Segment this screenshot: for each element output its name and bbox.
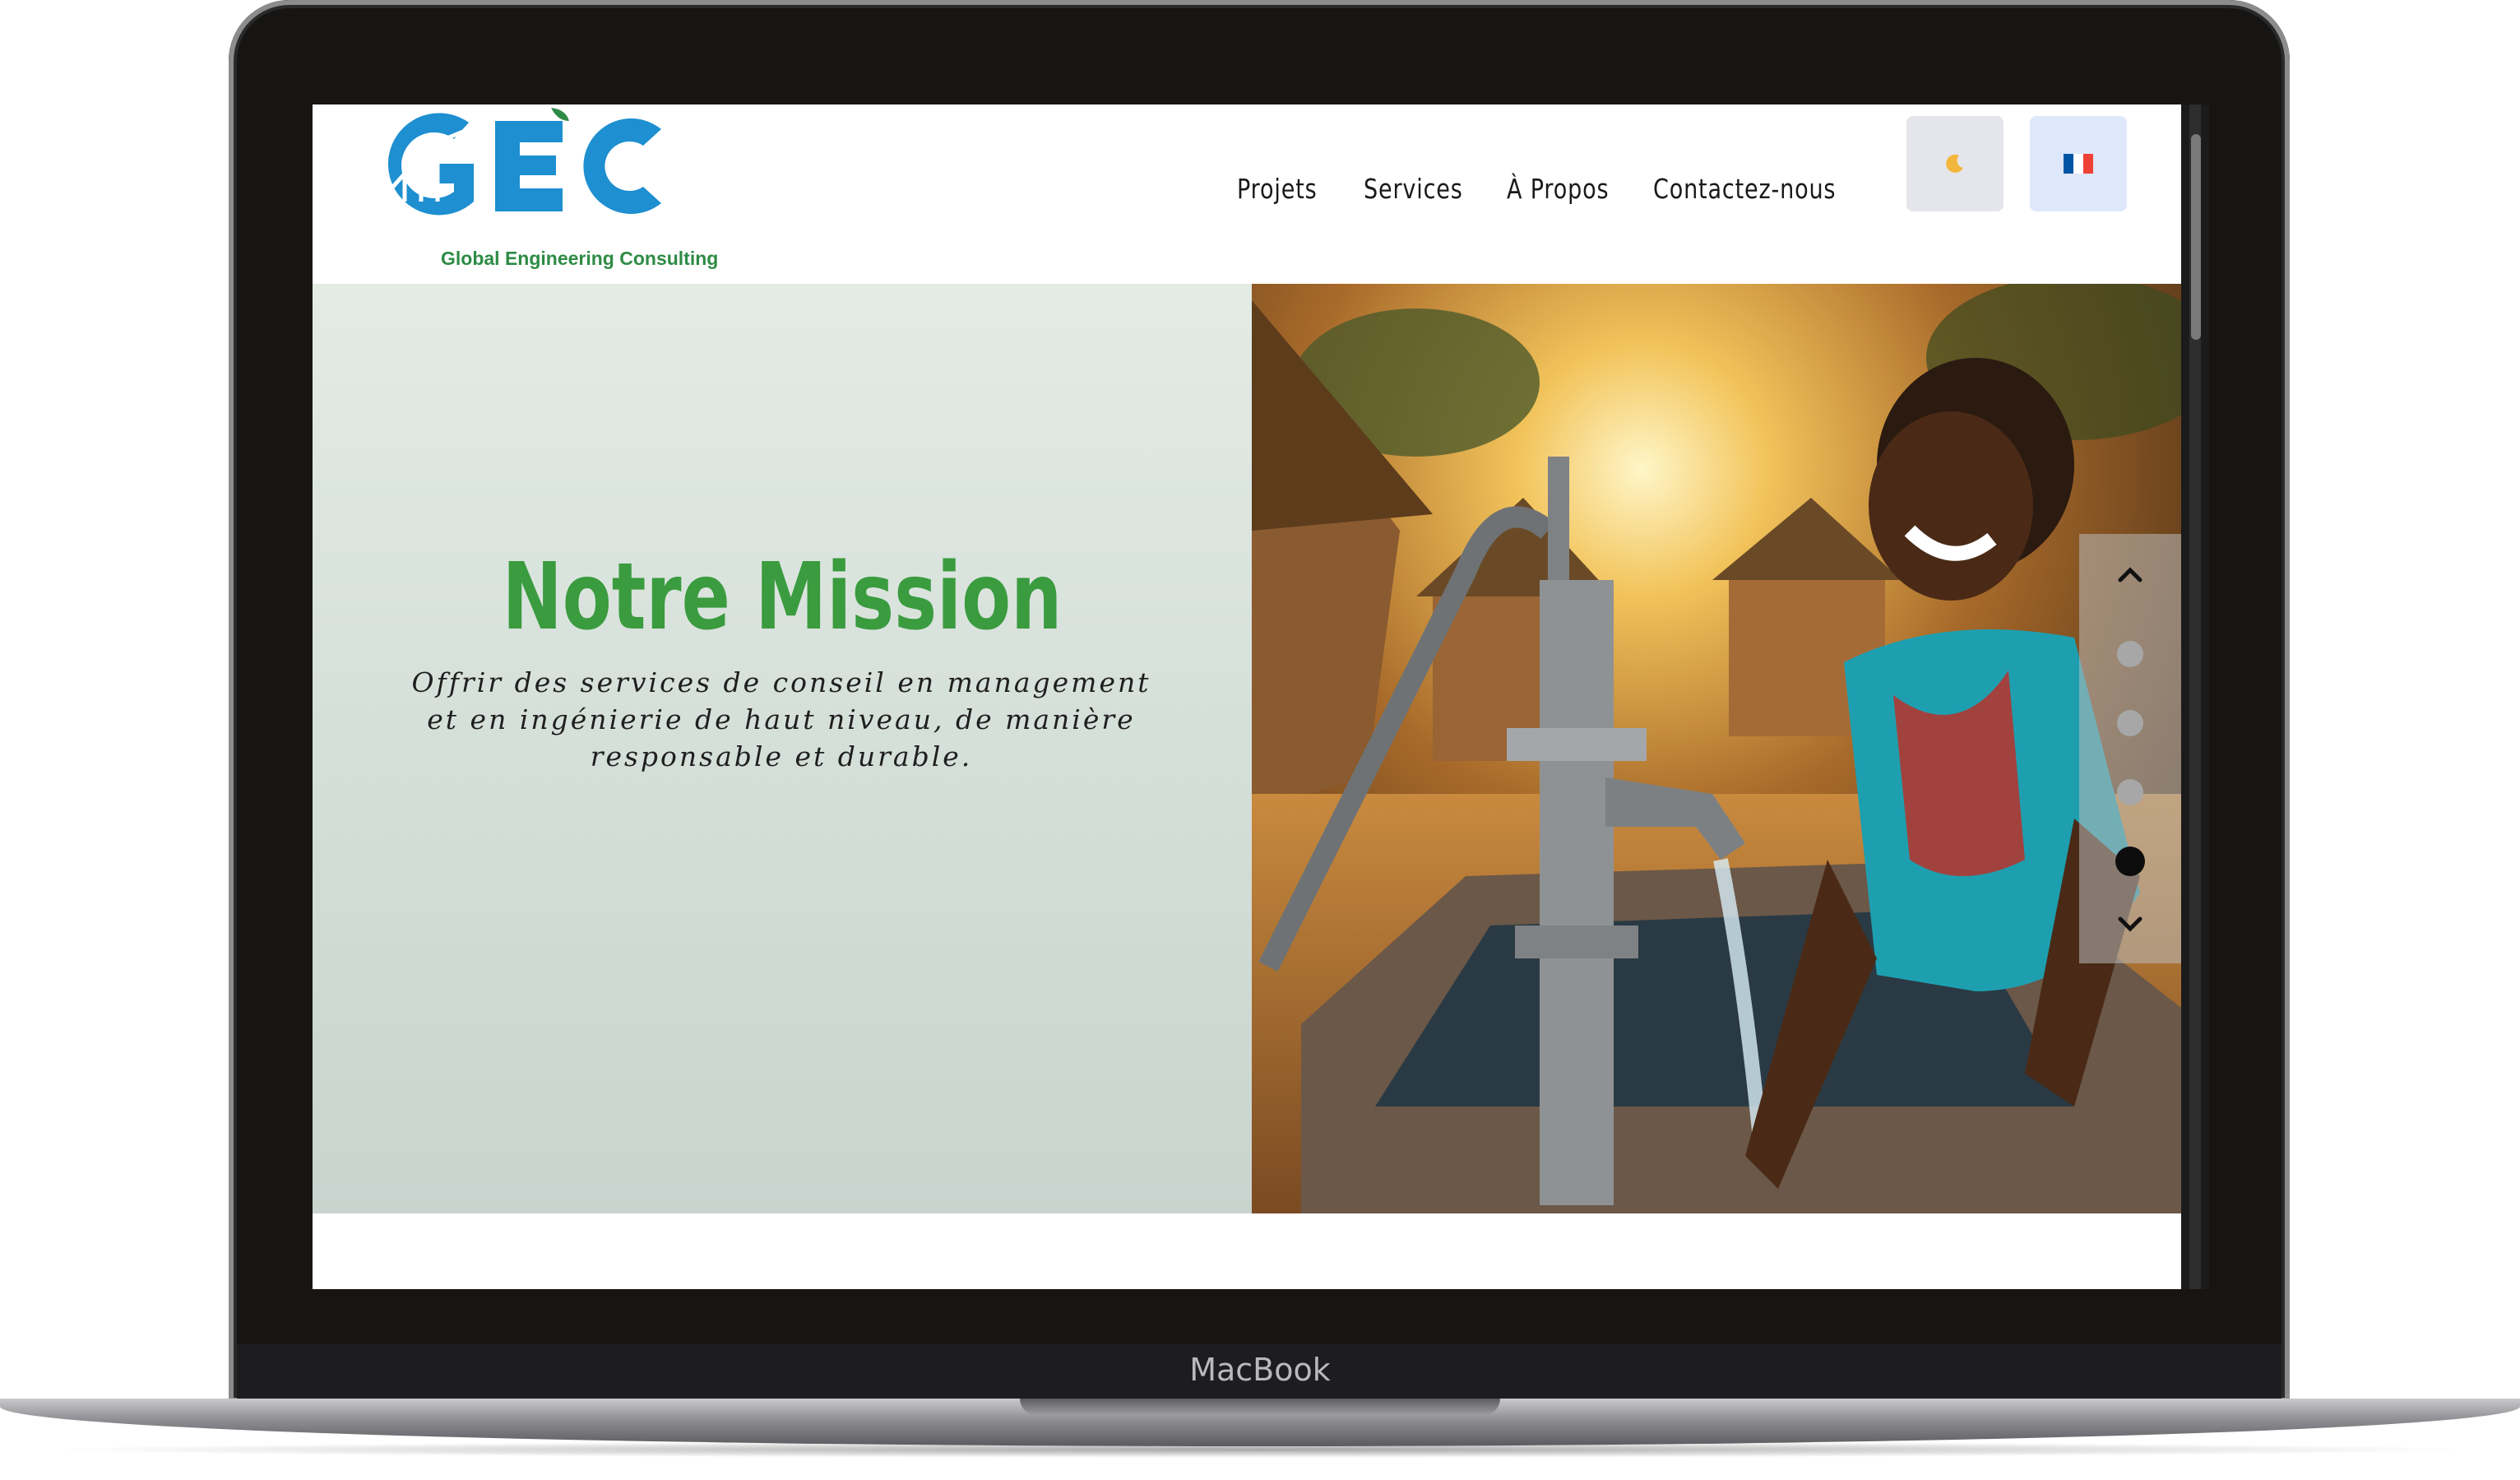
- mission-section: Notre Mission Offrir des services de con…: [313, 284, 1252, 1213]
- nav-services[interactable]: Services: [1364, 173, 1462, 205]
- gec-logo-mark: [378, 108, 661, 216]
- slider-dot-1[interactable]: [2117, 641, 2143, 667]
- chevron-up-icon[interactable]: [2114, 559, 2147, 592]
- nav-contactez-nous[interactable]: Contactez-nous: [1653, 173, 1836, 205]
- mission-title: Notre Mission: [502, 544, 1063, 651]
- slider-nav: [2079, 534, 2181, 963]
- page-below-hero: [313, 1213, 2181, 1289]
- nav-projets[interactable]: Projets: [1237, 173, 1317, 205]
- laptop-notch: [1020, 1399, 1500, 1415]
- main-nav: Projets Services À Propos Contactez-nous: [1237, 149, 1878, 228]
- language-button[interactable]: [2030, 116, 2127, 211]
- photo-girl-at-water-pump: [1252, 276, 2209, 1213]
- nav-a-propos[interactable]: À Propos: [1507, 173, 1609, 205]
- site-header: Global Engineering Consulting Projets Se…: [313, 104, 2180, 284]
- scrollbar-thumb[interactable]: [2191, 134, 2201, 340]
- hero-photo: [1252, 276, 2209, 1213]
- moon-icon: [1946, 154, 1963, 173]
- slider-dot-2[interactable]: [2117, 710, 2143, 736]
- browser-screen: Global Engineering Consulting Projets Se…: [313, 104, 2209, 1289]
- chevron-down-icon[interactable]: [2114, 907, 2147, 940]
- mission-text: Offrir des services de conseil en manage…: [411, 666, 1151, 772]
- slider-dot-4-active[interactable]: [2115, 847, 2145, 876]
- gec-logo[interactable]: Global Engineering Consulting: [372, 104, 718, 277]
- scrollbar[interactable]: [2181, 104, 2209, 1289]
- logo-tagline: Global Engineering Consulting: [441, 248, 719, 269]
- theme-toggle-button[interactable]: [1906, 116, 2003, 211]
- slider-dot-3[interactable]: [2117, 779, 2143, 805]
- france-flag-icon: [2064, 154, 2093, 174]
- laptop-brand-label: MacBook: [1189, 1352, 1331, 1388]
